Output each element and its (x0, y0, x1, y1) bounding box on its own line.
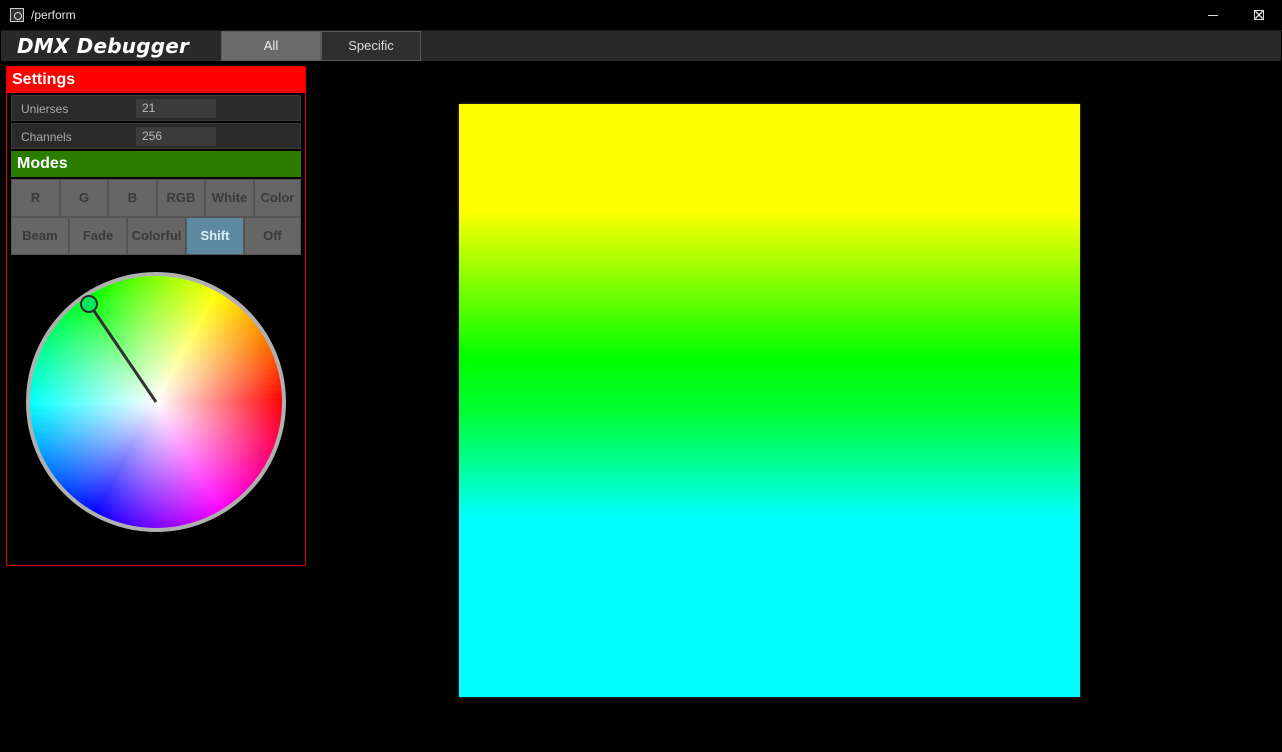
mode-beam-button[interactable]: Beam (11, 217, 69, 255)
app-icon (10, 8, 24, 22)
mode-off-button[interactable]: Off (244, 217, 301, 255)
color-wheel-graphic[interactable] (25, 271, 287, 533)
close-icon: ✕ (1253, 7, 1265, 23)
mode-b-button[interactable]: B (108, 179, 157, 217)
app-name: DMX Debugger (17, 34, 190, 58)
color-wheel[interactable] (25, 271, 287, 533)
window-title: /perform (31, 8, 76, 22)
modes-header: Modes (11, 151, 301, 177)
mode-color-button[interactable]: Color (254, 179, 301, 217)
mode-fade-button[interactable]: Fade (69, 217, 127, 255)
mode-r-button[interactable]: R (11, 179, 60, 217)
settings-header: Settings (7, 67, 305, 93)
tab-specific[interactable]: Specific (321, 31, 421, 61)
mode-colorful-button[interactable]: Colorful (127, 217, 186, 255)
channels-field[interactable]: 256 (136, 127, 216, 146)
wheel-handle[interactable] (80, 295, 98, 313)
control-panel: Settings Unierses 21 Channels 256 Modes … (6, 66, 306, 566)
mode-shift-button[interactable]: Shift (186, 217, 244, 255)
universes-field[interactable]: 21 (136, 99, 216, 118)
universes-label: Unierses (21, 102, 69, 116)
mode-rgb-button[interactable]: RGB (157, 179, 205, 217)
mode-white-button[interactable]: White (205, 179, 254, 217)
minimize-icon (1208, 14, 1218, 16)
channels-label: Channels (21, 130, 72, 144)
mode-g-button[interactable]: G (60, 179, 108, 217)
toolbar: DMX Debugger All Specific (1, 31, 1281, 61)
tab-all[interactable]: All (221, 31, 321, 61)
channels-row: Channels 256 (11, 123, 301, 149)
minimize-button[interactable] (1190, 0, 1236, 31)
color-output-display (459, 104, 1080, 697)
universes-row: Unierses 21 (11, 95, 301, 121)
title-bar: /perform ✕ (0, 0, 1282, 31)
close-button[interactable]: ✕ (1236, 0, 1282, 31)
